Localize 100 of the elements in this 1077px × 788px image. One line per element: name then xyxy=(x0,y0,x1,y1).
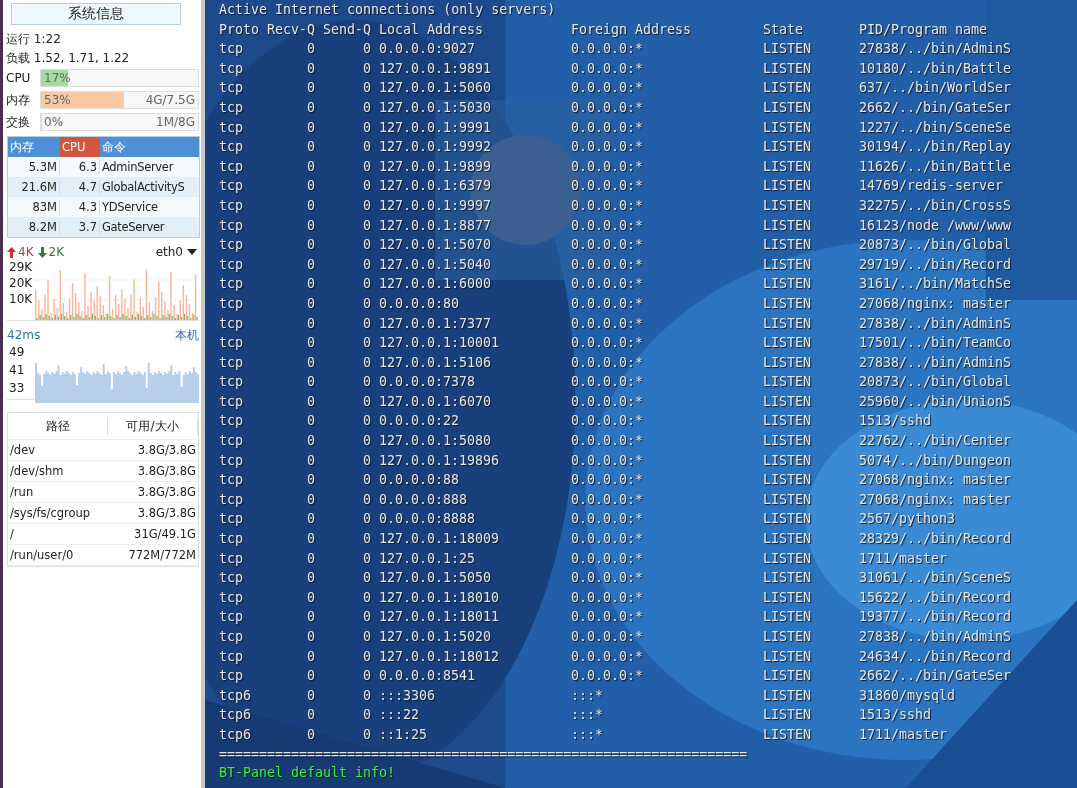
column-header[interactable]: 路径 xyxy=(8,417,108,435)
table-cell-text: 0.0.0.0:7378 xyxy=(379,373,477,392)
table-cell-text: 0 xyxy=(362,373,372,392)
gauge-label: CPU xyxy=(6,71,32,85)
table-cell-text: tcp xyxy=(219,608,245,627)
table-cell-text: LISTEN xyxy=(763,98,813,117)
column-header: State xyxy=(763,20,805,39)
table-cell-text: 0.0.0.0:* xyxy=(571,510,645,529)
table-cell-text: 0 xyxy=(362,79,372,98)
table-cell-text: 0 xyxy=(306,40,316,59)
table-cell-text: 0 xyxy=(306,98,316,117)
table-cell-text: 0.0.0.0:88 xyxy=(379,471,461,490)
table-cell-text: 0.0.0.0:* xyxy=(571,216,645,235)
table-cell-text: 0 xyxy=(306,334,316,353)
table-cell-text: 0 xyxy=(306,216,316,235)
table-cell-text: 0 xyxy=(306,392,316,411)
upload-rate: 4K xyxy=(18,245,34,259)
table-cell-text: :::* xyxy=(571,706,605,725)
table-cell-text: 0.0.0.0:* xyxy=(571,79,645,98)
table-cell: 4.3 xyxy=(60,200,100,214)
table-cell-text: LISTEN xyxy=(763,59,813,78)
table-cell-text: 0 xyxy=(362,294,372,313)
table-cell-text: 0 xyxy=(306,294,316,313)
table-cell-text: 27068/nginx: master xyxy=(859,294,1013,313)
table-cell-text: 0 xyxy=(306,686,316,705)
table-cell-text: 0.0.0.0:* xyxy=(571,98,645,117)
table-cell-text: 127.0.0.1:5080 xyxy=(379,432,493,451)
table-cell-text: 31061/../bin/SceneS xyxy=(859,569,1013,588)
table-cell-text: 32275/../bin/CrossS xyxy=(859,196,1013,215)
table-cell-text: 29719/../bin/Record xyxy=(859,255,1013,274)
table-cell-text: 0 xyxy=(362,510,372,529)
table-cell-text: 2567/python3 xyxy=(859,510,957,529)
table-cell-text: 0 xyxy=(306,549,316,568)
table-cell-text: 0 xyxy=(362,608,372,627)
gauge-label: 交换 xyxy=(6,113,31,131)
table-cell-text: 127.0.0.1:6379 xyxy=(379,177,493,196)
table-cell-text: 0 xyxy=(362,412,372,431)
column-header: Proto xyxy=(219,20,261,39)
table-cell-text: LISTEN xyxy=(763,725,813,744)
table-cell-text: tcp xyxy=(219,177,245,196)
table-cell-text: tcp xyxy=(219,40,245,59)
table-cell-text: :::* xyxy=(571,725,605,744)
table-cell-text: 127.0.0.1:5050 xyxy=(379,569,493,588)
table-cell-text: 0.0.0.0:* xyxy=(571,373,645,392)
system-info-button[interactable]: 系统信息 xyxy=(11,3,181,25)
table-cell-text: 0.0.0.0:* xyxy=(571,608,645,627)
table-cell-text: 0.0.0.0:* xyxy=(571,490,645,509)
column-header[interactable]: CPU xyxy=(60,137,100,157)
table-cell-text: 27838/../bin/AdminS xyxy=(859,314,1013,333)
table-cell-text: 0.0.0.0:* xyxy=(571,196,645,215)
table-cell: 4.7 xyxy=(60,180,100,194)
table-cell-text: 0.0.0.0:* xyxy=(571,432,645,451)
table-cell-text: 30194/../bin/Replay xyxy=(859,138,1013,157)
table-cell-text: LISTEN xyxy=(763,157,813,176)
table-cell-text: 0.0.0.0:22 xyxy=(379,412,461,431)
amount-text: 1M/8G xyxy=(156,115,195,129)
table-cell-text: 0 xyxy=(362,157,372,176)
table-cell: 83M xyxy=(8,200,60,214)
percent-text: 0% xyxy=(44,115,64,129)
table-cell-text: 3161/../bin/MatchSe xyxy=(859,275,1013,294)
table-cell-text: 0 xyxy=(306,353,316,372)
ping-target[interactable]: 本机 xyxy=(175,326,199,344)
table-cell-text: 0 xyxy=(306,255,316,274)
table-cell-text: YDService xyxy=(101,200,159,214)
table-cell-text: AdminServer xyxy=(101,160,175,174)
table-cell-text: tcp xyxy=(219,79,245,98)
table-cell-text: 127.0.0.1:5060 xyxy=(379,79,493,98)
interface-dropdown[interactable]: eth0 xyxy=(155,245,183,259)
table-cell-text: 0 xyxy=(306,706,316,725)
table-cell: 5.3M xyxy=(8,160,60,174)
table-cell-text: tcp xyxy=(219,275,245,294)
table-cell-text: 0 xyxy=(362,216,372,235)
column-header: Recv-Q xyxy=(267,20,317,39)
table-cell-text: tcp6 xyxy=(219,706,253,725)
table-cell-text: 0.0.0.0:* xyxy=(571,353,645,372)
caret-icon[interactable] xyxy=(185,248,199,256)
table-cell-text: 0 xyxy=(306,59,316,78)
table-cell-text: 127.0.0.1:8877 xyxy=(379,216,493,235)
table-cell-text: LISTEN xyxy=(763,412,813,431)
column-header[interactable]: 可用/大小 xyxy=(108,417,198,435)
table-cell-text: 1513/sshd xyxy=(859,706,933,725)
table-cell-text: 0 xyxy=(306,588,316,607)
table-cell-text: 17501/../bin/TeamCo xyxy=(859,334,1013,353)
table-cell-text: 0 xyxy=(306,373,316,392)
table-cell-text: 0 xyxy=(362,40,372,59)
table-cell-text: 0.0.0.0:* xyxy=(571,530,645,549)
table-cell-text: 3.8G/3.8G xyxy=(136,464,197,478)
table-cell-text: 2662/../bin/GateSer xyxy=(859,667,1013,686)
table-cell-text: 0 xyxy=(362,569,372,588)
table-cell-text: 27838/../bin/AdminS xyxy=(859,353,1013,372)
table-cell-text: 0 xyxy=(362,98,372,117)
table-cell-text: LISTEN xyxy=(763,177,813,196)
table-cell-text: ::1:25 xyxy=(379,725,429,744)
table-cell-text: LISTEN xyxy=(763,706,813,725)
table-cell-text: 127.0.0.1:5106 xyxy=(379,353,493,372)
table-cell-text: 772M/772M xyxy=(127,548,197,562)
table-cell-text: 0.0.0.0:* xyxy=(571,334,645,353)
table-cell-text: 127.0.0.1:18010 xyxy=(379,588,501,607)
table-cell-text: 127.0.0.1:9992 xyxy=(379,138,493,157)
table-cell-text: 1513/sshd xyxy=(859,412,933,431)
